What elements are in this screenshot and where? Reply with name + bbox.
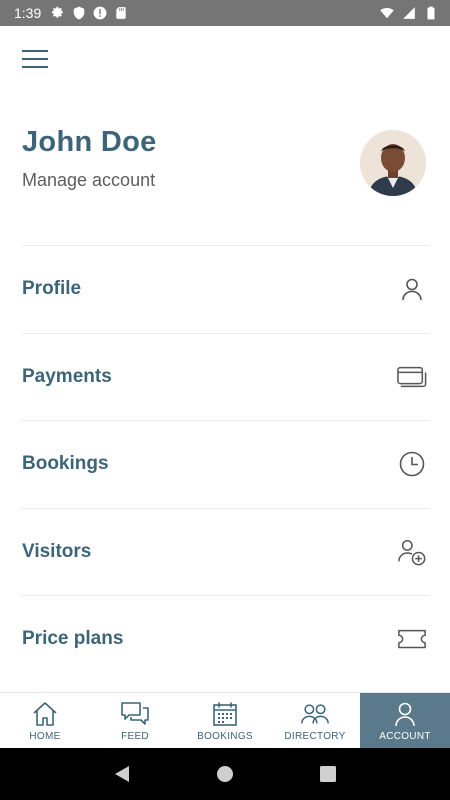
nav-tab-feed[interactable]: FEED	[90, 693, 180, 749]
nav-tab-label: FEED	[121, 731, 149, 742]
menu-item-visitors[interactable]: Visitors	[22, 507, 429, 596]
battery-icon	[427, 6, 435, 20]
gear-icon	[52, 6, 64, 18]
people-icon	[300, 700, 330, 728]
sd-card-icon	[116, 7, 126, 19]
bottom-navigation: HOME FEED BOOKINGS DIRECTORY ACCOUNT	[0, 692, 450, 749]
alert-icon	[93, 6, 107, 20]
avatar-photo	[360, 130, 426, 196]
menu-item-label: Bookings	[22, 453, 109, 475]
user-avatar[interactable]	[360, 130, 426, 196]
hamburger-menu-icon	[22, 50, 48, 52]
account-menu-list: Profile Payments Bookings Visitors Price…	[22, 245, 429, 683]
status-time: 1:39	[14, 5, 42, 21]
cards-icon	[397, 362, 427, 392]
menu-item-bookings[interactable]: Bookings	[22, 420, 429, 508]
menu-item-payments[interactable]: Payments	[22, 332, 429, 421]
home-circle-icon[interactable]	[213, 762, 237, 786]
nav-tab-label: DIRECTORY	[284, 731, 346, 742]
person-icon	[397, 274, 427, 304]
nav-tab-label: ACCOUNT	[379, 731, 431, 742]
status-notification-icons	[51, 6, 128, 20]
nav-tab-label: HOME	[29, 731, 61, 742]
clock-icon	[397, 449, 427, 479]
recents-icon[interactable]	[316, 762, 340, 786]
menu-item-price-plans[interactable]: Price plans	[22, 595, 429, 683]
status-system-icons	[380, 6, 438, 20]
manage-account-link[interactable]: Manage account	[22, 170, 155, 191]
nav-tab-home[interactable]: HOME	[0, 693, 90, 749]
nav-tab-directory[interactable]: DIRECTORY	[270, 693, 360, 749]
person-icon	[390, 700, 420, 728]
shield-icon	[74, 6, 85, 20]
calendar-icon	[210, 700, 240, 728]
ticket-icon	[397, 624, 427, 654]
menu-item-label: Price plans	[22, 628, 124, 650]
home-icon	[30, 700, 60, 728]
hamburger-menu-button[interactable]	[22, 47, 50, 71]
menu-item-label: Payments	[22, 365, 112, 387]
add-person-icon	[397, 537, 427, 567]
menu-item-label: Visitors	[22, 540, 92, 562]
menu-item-label: Profile	[22, 278, 82, 300]
nav-tab-account[interactable]: ACCOUNT	[360, 693, 450, 749]
nav-tab-label: BOOKINGS	[197, 731, 253, 742]
nav-tab-bookings[interactable]: BOOKINGS	[180, 693, 270, 749]
back-icon[interactable]	[110, 762, 134, 786]
signal-icon	[403, 7, 415, 19]
system-navigation-bar	[0, 748, 450, 800]
wifi-icon	[380, 8, 394, 19]
chat-icon	[120, 700, 150, 728]
status-bar: 1:39	[0, 0, 450, 26]
menu-item-profile[interactable]: Profile	[22, 245, 429, 333]
user-name: John Doe	[22, 126, 157, 158]
